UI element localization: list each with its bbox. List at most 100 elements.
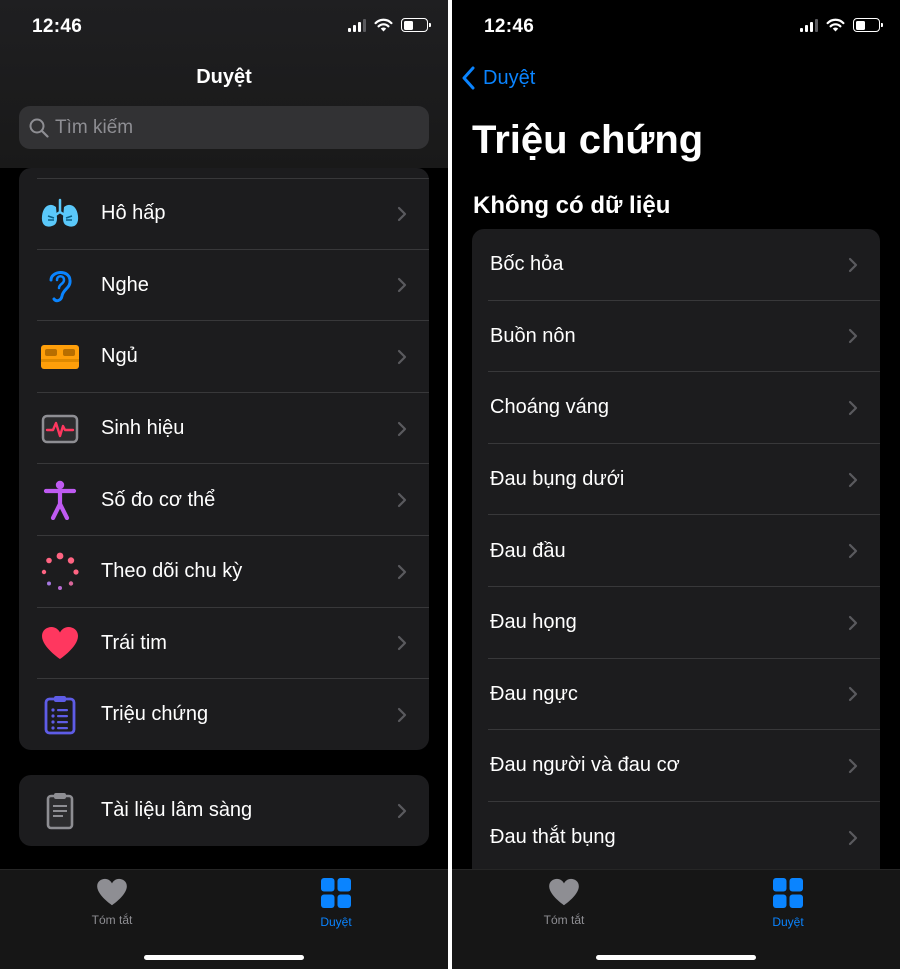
symptom-row[interactable]: Đau họng (472, 587, 880, 659)
category-respiratory[interactable]: Hô hấp (19, 178, 429, 250)
category-label: Theo dõi chu kỳ (101, 560, 243, 583)
chevron-right-icon (848, 687, 858, 702)
category-body-measurements[interactable]: Số đo cơ thể (19, 464, 429, 536)
back-label: Duyệt (483, 66, 536, 89)
category-heart[interactable]: Trái tim (19, 608, 429, 680)
category-vitals[interactable]: Sinh hiệu (19, 393, 429, 465)
back-button[interactable]: Duyệt (462, 66, 535, 90)
status-time: 12:46 (32, 16, 83, 37)
category-label: Nghe (101, 273, 149, 296)
symptom-row[interactable]: Đau ngực (472, 659, 880, 731)
symptom-row[interactable]: Bốc hỏa (472, 229, 880, 301)
tab-label: Duyệt (772, 915, 804, 929)
category-label: Sinh hiệu (101, 417, 185, 440)
symptom-label: Choáng váng (490, 396, 609, 419)
search-input[interactable] (55, 116, 395, 139)
symptom-label: Đau đầu (490, 539, 566, 562)
symptom-label: Đau ngực (490, 682, 578, 705)
clinical-document-icon (39, 790, 81, 832)
chevron-right-icon (397, 493, 407, 508)
status-bar: 12:46 (0, 0, 448, 56)
chevron-right-icon (848, 615, 858, 630)
ear-icon (39, 264, 81, 306)
chevron-right-icon (397, 707, 407, 723)
chevron-right-icon (397, 206, 407, 221)
status-icons (348, 18, 431, 32)
battery-icon (853, 18, 883, 32)
chevron-right-icon (397, 278, 407, 293)
page-title: Duyệt (196, 66, 252, 88)
symptom-row[interactable]: Đau đầu (472, 515, 880, 587)
browse-screen: 12:46 Duyệt Tìm kiếm Hô hấp Nghe Ngủ Sin… (0, 0, 448, 969)
grid-tab-icon (773, 878, 803, 908)
tab-summary[interactable]: Tóm tắt (519, 878, 609, 927)
grid-tab-icon (321, 878, 351, 908)
symptom-label: Đau người và đau cơ (490, 754, 680, 777)
symptoms-list: Bốc hỏa Buồn nôn Choáng váng Đau bụng dư… (472, 229, 880, 889)
chevron-right-icon (397, 564, 407, 579)
heart-tab-icon (549, 878, 579, 906)
symptom-row[interactable]: Choáng váng (472, 372, 880, 444)
chevron-right-icon (397, 803, 407, 818)
health-categories-list: Hô hấp Nghe Ngủ Sinh hiệu Số đo cơ thể T… (19, 168, 429, 750)
page-title: Triệu chứng (472, 118, 704, 162)
chevron-left-icon (462, 66, 475, 90)
chevron-right-icon (848, 544, 858, 559)
category-symptoms[interactable]: Triệu chứng (19, 679, 429, 750)
category-label: Hô hấp (101, 202, 166, 225)
symptom-label: Đau thắt bụng (490, 826, 616, 849)
category-label: Tài liệu lâm sàng (101, 799, 253, 822)
category-cycle-tracking[interactable]: Theo dõi chu kỳ (19, 536, 429, 608)
chevron-right-icon (848, 257, 858, 272)
category-label: Ngủ (101, 345, 138, 368)
status-time: 12:46 (484, 16, 535, 37)
home-indicator[interactable] (596, 955, 756, 960)
symptom-row[interactable]: Đau thắt bụng (472, 802, 880, 874)
chevron-right-icon (848, 830, 858, 845)
search-bar[interactable] (19, 106, 429, 149)
category-hearing[interactable]: Nghe (19, 250, 429, 322)
search-icon (29, 118, 49, 138)
tab-label: Duyệt (320, 915, 352, 929)
chevron-right-icon (848, 472, 858, 487)
symptoms-screen: 12:46 Duyệt Triệu chứng Không có dữ liệu… (452, 0, 900, 969)
tab-browse[interactable]: Duyệt (291, 878, 381, 929)
symptom-row[interactable]: Buồn nôn (472, 301, 880, 373)
chevron-right-icon (848, 329, 858, 344)
symptom-label: Đau họng (490, 611, 577, 634)
tab-bar: Tóm tắt Duyệt (452, 869, 900, 969)
cellular-signal-icon (348, 18, 366, 32)
status-bar: 12:46 (452, 0, 900, 56)
battery-icon (401, 18, 431, 32)
tab-bar: Tóm tắt Duyệt (0, 869, 448, 969)
category-sleep[interactable]: Ngủ (19, 321, 429, 393)
chevron-right-icon (397, 636, 407, 651)
chevron-right-icon (397, 421, 407, 436)
heart-tab-icon (97, 878, 127, 906)
lungs-icon (39, 193, 81, 235)
symptom-row[interactable]: Đau người và đau cơ (472, 730, 880, 802)
vitals-icon (39, 408, 81, 450)
bed-icon (39, 336, 81, 378)
symptom-label: Bốc hỏa (490, 253, 564, 276)
wifi-icon (374, 18, 393, 32)
body-figure-icon (39, 479, 81, 521)
clipboard-list-icon (39, 694, 81, 736)
tab-label: Tóm tắt (91, 913, 133, 927)
symptom-row[interactable]: Đau bụng dưới (472, 444, 880, 516)
wifi-icon (826, 18, 845, 32)
chevron-right-icon (848, 758, 858, 774)
category-label: Số đo cơ thể (101, 488, 216, 511)
chevron-right-icon (848, 400, 858, 416)
symptom-label: Đau bụng dưới (490, 468, 625, 491)
chevron-right-icon (397, 349, 407, 365)
section-header: Không có dữ liệu (473, 192, 671, 219)
tab-browse[interactable]: Duyệt (743, 878, 833, 929)
heart-icon (39, 622, 81, 664)
category-clinical-documents[interactable]: Tài liệu lâm sàng (19, 775, 429, 846)
home-indicator[interactable] (144, 955, 304, 960)
category-label: Trái tim (101, 631, 167, 654)
status-icons (800, 18, 883, 32)
symptom-label: Buồn nôn (490, 324, 576, 347)
tab-summary[interactable]: Tóm tắt (67, 878, 157, 927)
